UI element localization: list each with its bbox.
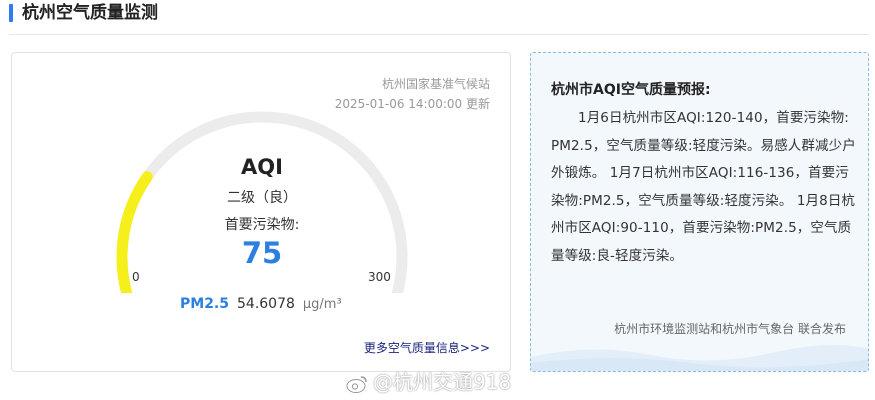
pm25-value: 54.6078 [237,296,295,312]
page-title: 杭州空气质量监测 [22,3,158,23]
header-accent-bar [9,4,13,22]
watermark-text: @杭州交通918 [373,370,512,394]
aqi-level: 二级（良） [227,190,297,206]
gauge-max-label: 300 [368,270,391,284]
pm25-name: PM2.5 [180,296,229,312]
aqi-card: 杭州国家基准气候站 2025-01-06 14:00:00 更新 AQI 二级（… [11,52,511,372]
gauge-min-label: 0 [132,270,140,284]
decorative-wave [531,344,868,371]
more-air-quality-link[interactable]: 更多空气质量信息>>> [364,339,490,356]
header-divider [9,34,869,35]
forecast-panel: 杭州市AQI空气质量预报: 1月6日杭州市区AQI:120-140，首要污染物:… [530,52,869,372]
weibo-icon [346,375,367,393]
primary-pollutant-label: 首要污染物: [224,217,300,233]
watermark: @杭州交通918 [345,366,511,395]
section-header: 杭州空气质量监测 [0,0,875,34]
forecast-text: 1月6日杭州市区AQI:120-140，首要污染物:PM2.5，空气质量等级:轻… [551,110,856,264]
pm25-unit: µg/m³ [302,297,342,312]
forecast-title: 杭州市AQI空气质量预报: [551,82,711,98]
aqi-label: AQI [241,155,283,179]
pm25-reading: PM2.5 54.6078 µg/m³ [180,296,342,312]
aqi-value: 75 [241,236,283,270]
